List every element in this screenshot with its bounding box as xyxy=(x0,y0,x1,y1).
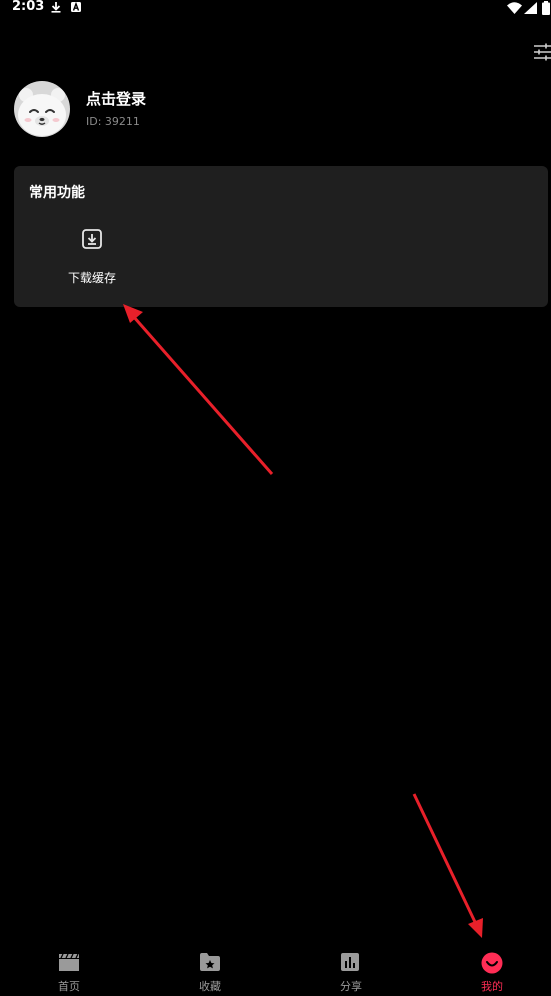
status-bar: 2:03 xyxy=(0,0,551,16)
annotation-arrows xyxy=(123,304,483,938)
login-button[interactable]: 点击登录 xyxy=(86,88,146,109)
nav-favorites[interactable]: 收藏 xyxy=(180,944,240,996)
nav-share[interactable]: 分享 xyxy=(321,944,381,996)
wifi-icon xyxy=(507,2,522,14)
nav-home-label: 首页 xyxy=(58,980,80,993)
a-status-icon xyxy=(71,2,81,12)
card-title: 常用功能 xyxy=(29,185,85,201)
download-cache-label: 下载缓存 xyxy=(67,271,116,285)
avatar-bear-image xyxy=(14,81,70,137)
arrow-head-lower xyxy=(468,918,483,938)
folder-star-icon xyxy=(200,953,220,971)
signal-icon xyxy=(524,2,537,14)
download-status-icon xyxy=(51,2,61,13)
avatar[interactable] xyxy=(14,81,70,137)
user-id: ID: 39211 xyxy=(86,115,140,128)
nav-mine[interactable]: 我的 xyxy=(462,944,522,996)
nav-home[interactable]: 首页 xyxy=(39,944,99,996)
clapperboard-icon xyxy=(59,953,79,971)
smile-icon xyxy=(481,952,503,974)
nav-share-label: 分享 xyxy=(340,980,362,993)
download-box-icon xyxy=(82,229,102,249)
nav-mine-label: 我的 xyxy=(481,980,503,993)
download-cache-button[interactable]: 下载缓存 xyxy=(58,226,126,288)
settings-sliders-icon[interactable] xyxy=(531,42,551,62)
common-functions-card: 常用功能 下载缓存 xyxy=(14,166,548,307)
bar-chart-icon xyxy=(341,953,359,971)
bottom-navigation: 首页 收藏 分享 我的 xyxy=(0,944,551,996)
nav-favorites-label: 收藏 xyxy=(199,980,221,993)
battery-icon xyxy=(542,1,550,15)
screen: 2:03 点击登录 ID: 39211 常用功能 下载缓存 首页 收藏 分享 我… xyxy=(0,0,551,996)
status-time: 2:03 xyxy=(12,0,45,14)
